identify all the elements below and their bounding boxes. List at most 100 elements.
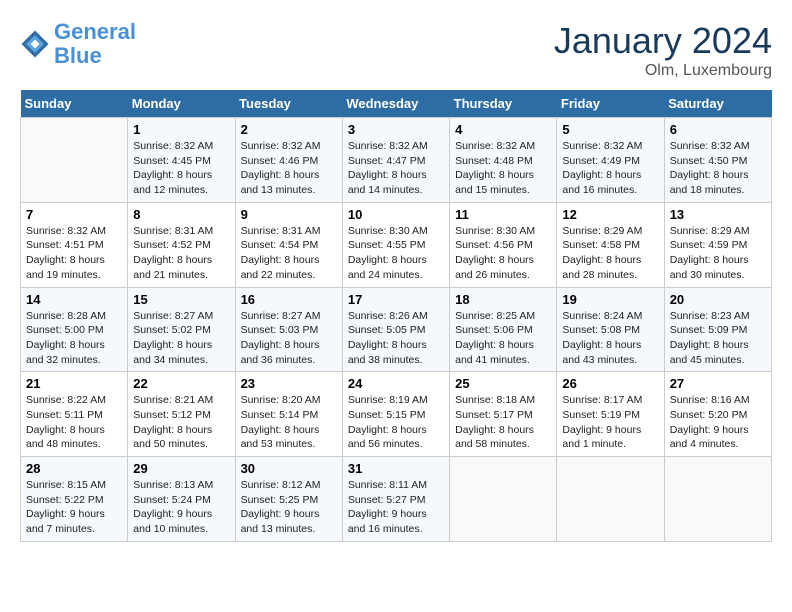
day-cell: 31Sunrise: 8:11 AMSunset: 5:27 PMDayligh… [342,457,449,542]
day-number: 13 [670,207,766,222]
day-number: 15 [133,292,229,307]
header-row: SundayMondayTuesdayWednesdayThursdayFrid… [21,90,772,118]
day-cell: 3 Sunrise: 8:32 AMSunset: 4:47 PMDaylight… [342,118,449,203]
day-cell: 12Sunrise: 8:29 AMSunset: 4:58 PMDayligh… [557,202,664,287]
day-cell: 27 Sunrise: 8:16 AMSunset: 5:20 PMDayligh… [664,372,771,457]
day-info: Sunrise: 8:29 AMSunset: 4:59 PMDaylight:… [670,224,766,283]
day-cell: 7Sunrise: 8:32 AMSunset: 4:51 PMDaylight… [21,202,128,287]
day-cell: 24 Sunrise: 8:19 AMSunset: 5:15 PMDayligh… [342,372,449,457]
day-info: Sunrise: 8:26 AMSunset: 5:05 PMDaylight:… [348,309,444,368]
day-number: 8 [133,207,229,222]
day-cell: 30 Sunrise: 8:12 AMSunset: 5:25 PMDayligh… [235,457,342,542]
day-number: 22 [133,376,229,391]
week-row-5: 28Sunrise: 8:15 AMSunset: 5:22 PMDayligh… [21,457,772,542]
day-number: 6 [670,122,766,137]
day-cell: 25 Sunrise: 8:18 AMSunset: 5:17 PMDayligh… [450,372,557,457]
month-title: January 2024 [554,20,772,62]
day-info: Sunrise: 8:31 AMSunset: 4:52 PMDaylight:… [133,224,229,283]
day-info: Sunrise: 8:13 AMSunset: 5:24 PMDaylight:… [133,478,229,537]
day-number: 29 [133,461,229,476]
day-info: Sunrise: 8:21 AMSunset: 5:12 PMDaylight:… [133,393,229,452]
day-number: 14 [26,292,122,307]
logo: General Blue [20,20,136,68]
logo-text: General Blue [54,20,136,68]
day-cell: 15Sunrise: 8:27 AMSunset: 5:02 PMDayligh… [128,287,235,372]
day-cell [21,118,128,203]
logo-line2: Blue [54,43,102,68]
col-header-wednesday: Wednesday [342,90,449,118]
col-header-friday: Friday [557,90,664,118]
col-header-tuesday: Tuesday [235,90,342,118]
day-info: Sunrise: 8:32 AMSunset: 4:47 PMDaylight:… [348,139,444,198]
day-cell: 17 Sunrise: 8:26 AMSunset: 5:05 PMDayligh… [342,287,449,372]
day-number: 3 [348,122,444,137]
col-header-thursday: Thursday [450,90,557,118]
day-number: 25 [455,376,551,391]
day-number: 19 [562,292,658,307]
day-number: 2 [241,122,337,137]
day-cell: 21 Sunrise: 8:22 AMSunset: 5:11 PMDayligh… [21,372,128,457]
day-number: 9 [241,207,337,222]
day-cell: 6 Sunrise: 8:32 AMSunset: 4:50 PMDaylight… [664,118,771,203]
col-header-monday: Monday [128,90,235,118]
calendar-table: SundayMondayTuesdayWednesdayThursdayFrid… [20,90,772,542]
title-block: January 2024 Olm, Luxembourg [554,20,772,80]
col-header-sunday: Sunday [21,90,128,118]
day-number: 7 [26,207,122,222]
week-row-2: 7Sunrise: 8:32 AMSunset: 4:51 PMDaylight… [21,202,772,287]
day-info: Sunrise: 8:32 AMSunset: 4:50 PMDaylight:… [670,139,766,198]
day-info: Sunrise: 8:20 AMSunset: 5:14 PMDaylight:… [241,393,337,452]
day-info: Sunrise: 8:32 AMSunset: 4:49 PMDaylight:… [562,139,658,198]
day-number: 23 [241,376,337,391]
day-info: Sunrise: 8:24 AMSunset: 5:08 PMDaylight:… [562,309,658,368]
day-number: 17 [348,292,444,307]
day-cell: 14Sunrise: 8:28 AMSunset: 5:00 PMDayligh… [21,287,128,372]
day-info: Sunrise: 8:22 AMSunset: 5:11 PMDaylight:… [26,393,122,452]
day-number: 4 [455,122,551,137]
day-cell: 29 Sunrise: 8:13 AMSunset: 5:24 PMDayligh… [128,457,235,542]
logo-line1: General [54,19,136,44]
day-cell [664,457,771,542]
day-info: Sunrise: 8:30 AMSunset: 4:55 PMDaylight:… [348,224,444,283]
day-number: 12 [562,207,658,222]
day-cell: 4Sunrise: 8:32 AMSunset: 4:48 PMDaylight… [450,118,557,203]
day-cell: 5 Sunrise: 8:32 AMSunset: 4:49 PMDaylight… [557,118,664,203]
week-row-1: 1Sunrise: 8:32 AMSunset: 4:45 PMDaylight… [21,118,772,203]
day-info: Sunrise: 8:12 AMSunset: 5:25 PMDaylight:… [241,478,337,537]
location-subtitle: Olm, Luxembourg [554,62,772,80]
week-row-3: 14Sunrise: 8:28 AMSunset: 5:00 PMDayligh… [21,287,772,372]
day-cell [450,457,557,542]
day-cell: 23 Sunrise: 8:20 AMSunset: 5:14 PMDayligh… [235,372,342,457]
logo-icon [20,29,50,59]
day-info: Sunrise: 8:18 AMSunset: 5:17 PMDaylight:… [455,393,551,452]
day-cell: 18Sunrise: 8:25 AMSunset: 5:06 PMDayligh… [450,287,557,372]
day-cell: 28Sunrise: 8:15 AMSunset: 5:22 PMDayligh… [21,457,128,542]
day-number: 20 [670,292,766,307]
day-cell: 1Sunrise: 8:32 AMSunset: 4:45 PMDaylight… [128,118,235,203]
day-cell: 19 Sunrise: 8:24 AMSunset: 5:08 PMDayligh… [557,287,664,372]
day-number: 26 [562,376,658,391]
day-cell: 13 Sunrise: 8:29 AMSunset: 4:59 PMDayligh… [664,202,771,287]
day-number: 27 [670,376,766,391]
col-header-saturday: Saturday [664,90,771,118]
day-cell: 22 Sunrise: 8:21 AMSunset: 5:12 PMDayligh… [128,372,235,457]
day-info: Sunrise: 8:27 AMSunset: 5:03 PMDaylight:… [241,309,337,368]
day-info: Sunrise: 8:30 AMSunset: 4:56 PMDaylight:… [455,224,551,283]
page-header: General Blue January 2024 Olm, Luxembour… [20,20,772,80]
day-info: Sunrise: 8:19 AMSunset: 5:15 PMDaylight:… [348,393,444,452]
day-info: Sunrise: 8:16 AMSunset: 5:20 PMDaylight:… [670,393,766,452]
day-number: 21 [26,376,122,391]
day-number: 30 [241,461,337,476]
day-number: 31 [348,461,444,476]
day-info: Sunrise: 8:17 AMSunset: 5:19 PMDaylight:… [562,393,658,452]
day-number: 5 [562,122,658,137]
day-number: 28 [26,461,122,476]
day-cell: 9Sunrise: 8:31 AMSunset: 4:54 PMDaylight… [235,202,342,287]
day-number: 18 [455,292,551,307]
week-row-4: 21 Sunrise: 8:22 AMSunset: 5:11 PMDayligh… [21,372,772,457]
day-number: 24 [348,376,444,391]
day-number: 16 [241,292,337,307]
day-info: Sunrise: 8:32 AMSunset: 4:45 PMDaylight:… [133,139,229,198]
day-cell: 11Sunrise: 8:30 AMSunset: 4:56 PMDayligh… [450,202,557,287]
day-cell: 16 Sunrise: 8:27 AMSunset: 5:03 PMDayligh… [235,287,342,372]
